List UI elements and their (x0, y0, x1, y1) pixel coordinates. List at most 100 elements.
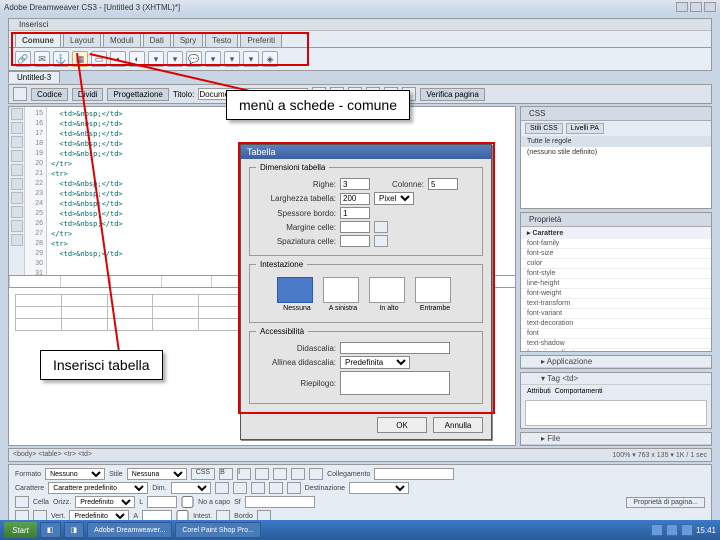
size-select[interactable] (171, 482, 211, 494)
application-panel[interactable]: ▸ Applicazione (520, 355, 712, 369)
font-select[interactable]: Carattere predefinito (48, 482, 148, 494)
tab-comune[interactable]: Comune (15, 33, 61, 47)
cell-spacing-input[interactable] (340, 235, 370, 247)
maximize-button[interactable] (690, 2, 702, 12)
header-option-none[interactable]: Nessuna (277, 277, 317, 312)
server-icon[interactable]: ▾ (167, 51, 183, 67)
link-input[interactable] (374, 468, 454, 480)
tab-preferiti[interactable]: Preferiti (240, 33, 282, 47)
italic-icon[interactable]: I (237, 468, 251, 480)
format-select[interactable]: Nessuno (45, 468, 105, 480)
close-button[interactable] (704, 2, 716, 12)
comment-icon[interactable]: 💬 (186, 51, 202, 67)
target-select[interactable] (349, 482, 409, 494)
css-tab-styles[interactable]: Stili CSS (525, 123, 563, 134)
align-justify-icon[interactable] (309, 468, 323, 480)
table-icon[interactable]: ▦ (72, 51, 88, 67)
cancel-button[interactable]: Annulla (433, 417, 483, 433)
date-icon[interactable]: ▾ (148, 51, 164, 67)
bold-icon[interactable]: B (219, 468, 233, 480)
css-panel-header[interactable]: CSS (521, 107, 711, 121)
head-icon[interactable]: ▾ (205, 51, 221, 67)
verify-page-button[interactable]: Verifica pagina (420, 88, 484, 101)
gutter-icon[interactable] (11, 136, 23, 148)
view-codice[interactable]: Codice (31, 88, 68, 101)
document-tab[interactable]: Untitled-3 (8, 71, 60, 83)
template-icon[interactable]: ▾ (243, 51, 259, 67)
tag-icon[interactable]: ◈ (262, 51, 278, 67)
caption-input[interactable] (340, 342, 450, 354)
tab-testo[interactable]: Testo (205, 33, 238, 47)
view-progettazione[interactable]: Progettazione (107, 88, 168, 101)
border-thickness-input[interactable] (340, 207, 370, 219)
css-tab-levels[interactable]: Livelli PA (566, 123, 604, 134)
ok-button[interactable]: OK (377, 417, 427, 433)
list-ol-icon[interactable] (251, 482, 265, 494)
list-ul-icon[interactable] (233, 482, 247, 494)
gutter-icon[interactable] (11, 122, 23, 134)
header-option-top[interactable]: In alto (369, 277, 409, 312)
start-button[interactable]: Start (4, 522, 37, 538)
align-right-icon[interactable] (291, 468, 305, 480)
cell-padding-input[interactable] (340, 221, 370, 233)
anchor-icon[interactable]: ⚓ (53, 51, 69, 67)
minimize-button[interactable] (676, 2, 688, 12)
nowrap-checkbox[interactable] (181, 496, 194, 508)
summary-input[interactable] (340, 371, 450, 395)
task-app-1[interactable]: Adobe Dreamweaver... (87, 522, 172, 538)
gutter-icon[interactable] (11, 164, 23, 176)
width-input[interactable] (147, 496, 177, 508)
color-swatch[interactable] (215, 482, 229, 494)
application-panel-header[interactable]: ▸ Applicazione (521, 356, 711, 368)
align-center-icon[interactable] (273, 468, 287, 480)
gutter-icon[interactable] (11, 178, 23, 190)
table-width-input[interactable] (340, 193, 370, 205)
code-view-icon[interactable] (13, 87, 27, 101)
css-button[interactable]: CSS (191, 468, 215, 480)
indent-icon[interactable] (287, 482, 301, 494)
tab-layout[interactable]: Layout (63, 33, 101, 47)
header-option-both[interactable]: Entrambe (415, 277, 455, 312)
table-width-unit[interactable]: Pixel (374, 192, 414, 205)
table-preview[interactable] (15, 294, 245, 331)
rows-input[interactable] (340, 178, 370, 190)
cols-input[interactable] (428, 178, 458, 190)
gutter-icon[interactable] (11, 234, 23, 246)
files-panel-header[interactable]: ▸ File (521, 433, 711, 445)
gutter-icon[interactable] (11, 108, 23, 120)
align-left-icon[interactable] (255, 468, 269, 480)
tag-attributes-tab[interactable]: Attributi (527, 388, 551, 395)
style-select[interactable]: Nessuna (127, 468, 187, 480)
gutter-icon[interactable] (11, 220, 23, 232)
insert-panel-header[interactable]: Inserisci (9, 19, 711, 31)
tab-moduli[interactable]: Moduli (103, 33, 141, 47)
email-icon[interactable]: ✉ (34, 51, 50, 67)
gutter-icon[interactable] (11, 206, 23, 218)
horz-select[interactable]: Predefinito (75, 496, 135, 508)
css-rules-list[interactable] (521, 158, 711, 208)
properties-list[interactable]: font-familyfont-sizecolorfont-styleline-… (521, 239, 711, 352)
task-app-2[interactable]: Corel Paint Shop Pro... (175, 522, 261, 538)
tray-icon[interactable] (681, 524, 693, 536)
outdent-icon[interactable] (269, 482, 283, 494)
quicklaunch-icon[interactable]: ◨ (64, 522, 85, 538)
tag-selector-path[interactable]: <body> <table> <tr> <td> (13, 451, 92, 459)
align-caption-select[interactable]: Predefinita (340, 356, 410, 369)
properties-panel-header[interactable]: Proprietà (521, 213, 711, 227)
tray-icon[interactable] (666, 524, 678, 536)
files-panel[interactable]: ▸ File (520, 432, 712, 446)
view-dividi[interactable]: Dividi (72, 88, 104, 101)
page-properties-button[interactable]: Proprietà di pagina... (626, 497, 705, 508)
script-icon[interactable]: ▾ (224, 51, 240, 67)
header-option-left[interactable]: A sinistra (323, 277, 363, 312)
tag-attributes-list[interactable] (525, 400, 707, 426)
tray-icon[interactable] (651, 524, 663, 536)
tag-panel-header[interactable]: ▾ Tag <td> (521, 373, 711, 385)
tab-spry[interactable]: Spry (173, 33, 203, 47)
gutter-icon[interactable] (11, 150, 23, 162)
bg-input[interactable] (245, 496, 315, 508)
gutter-icon[interactable] (11, 192, 23, 204)
quicklaunch-icon[interactable]: ◧ (40, 522, 61, 538)
hyperlink-icon[interactable]: 🔗 (15, 51, 31, 67)
tag-behaviors-tab[interactable]: Comportamenti (555, 388, 603, 395)
